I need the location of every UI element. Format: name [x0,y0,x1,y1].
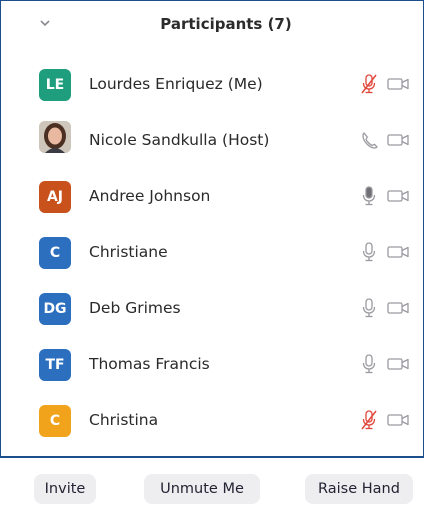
avatar [39,121,71,153]
avatar: C [39,237,71,269]
mic-muted-icon[interactable] [359,409,379,431]
mic-speaking-icon[interactable] [359,185,379,207]
participant-row[interactable]: C Christina [1,393,423,449]
raise-hand-button[interactable]: Raise Hand [305,474,413,504]
mic-icon[interactable] [359,353,379,375]
avatar: C [39,405,71,437]
participant-row[interactable]: TF Thomas Francis [1,337,423,393]
panel-title: Participants (7) [160,15,292,33]
video-off-icon[interactable] [387,412,411,428]
participants-panel: Participants (7) LE Lourdes Enriquez (Me… [0,0,424,523]
participant-name: Deb Grimes [89,299,181,317]
mic-icon[interactable] [359,297,379,319]
participant-name: Nicole Sandkulla (Host) [89,131,270,149]
video-off-icon[interactable] [387,76,411,92]
participant-name: Christina [89,411,159,429]
mic-muted-icon[interactable] [359,73,379,95]
panel-footer: Invite Unmute Me Raise Hand [0,458,424,524]
participant-name: Christiane [89,243,168,261]
participant-row[interactable]: LE Lourdes Enriquez (Me) [1,57,423,113]
participant-name: Andree Johnson [89,187,211,205]
phone-icon[interactable] [359,129,379,151]
video-off-icon[interactable] [387,244,411,260]
participant-name: Lourdes Enriquez (Me) [89,75,263,93]
avatar: LE [39,69,71,101]
avatar: TF [39,349,71,381]
avatar: DG [39,293,71,325]
unmute-me-button[interactable]: Unmute Me [144,474,260,504]
panel-header: Participants (7) [1,1,423,45]
participant-row[interactable]: Nicole Sandkulla (Host) [1,113,423,169]
participant-row[interactable]: DG Deb Grimes [1,281,423,337]
invite-button[interactable]: Invite [34,474,96,504]
participant-name: Thomas Francis [89,355,210,373]
video-off-icon[interactable] [387,356,411,372]
video-off-icon[interactable] [387,188,411,204]
video-off-icon[interactable] [387,300,411,316]
participant-list: LE Lourdes Enriquez (Me) Nicole Sandkull… [1,57,423,449]
video-off-icon[interactable] [387,132,411,148]
participant-row[interactable]: C Christiane [1,225,423,281]
mic-icon[interactable] [359,241,379,263]
participant-row[interactable]: AJ Andree Johnson [1,169,423,225]
avatar: AJ [39,181,71,213]
